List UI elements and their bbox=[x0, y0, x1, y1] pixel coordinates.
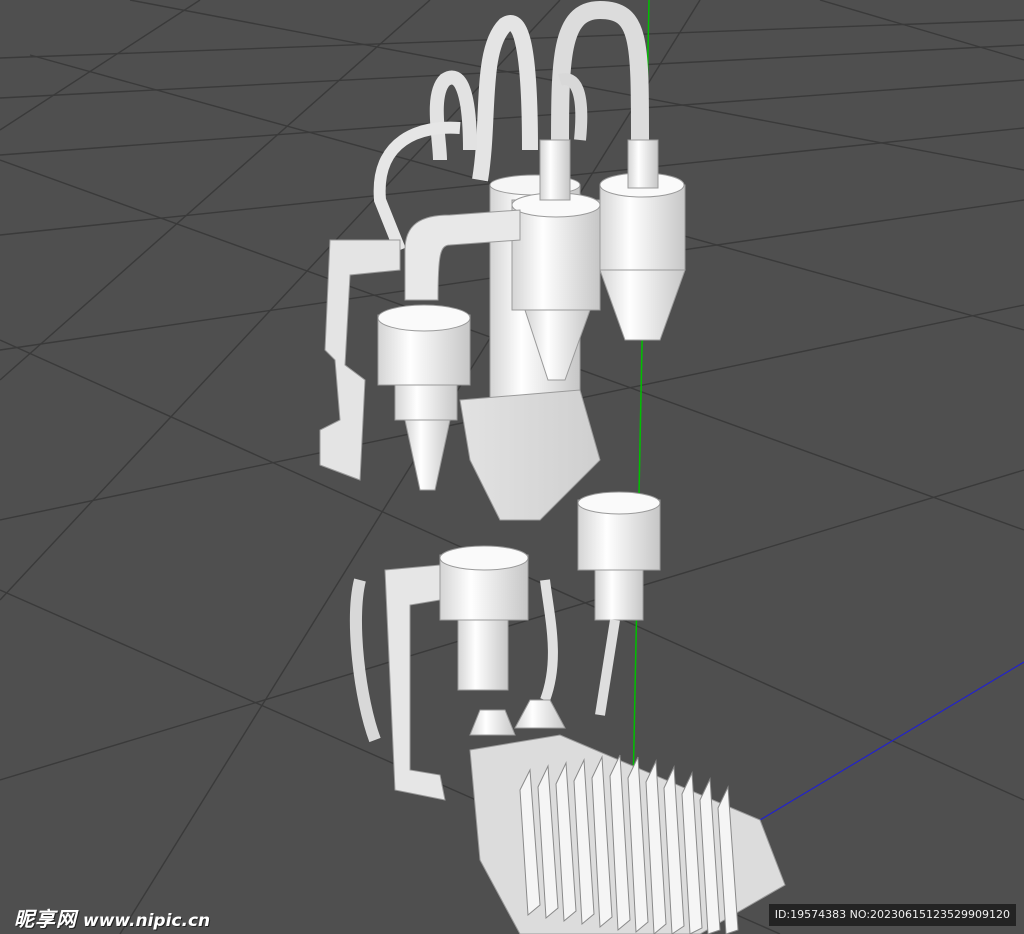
cone-right bbox=[514, 699, 566, 729]
industrial-plant-model[interactable] bbox=[319, 0, 786, 934]
3d-viewport[interactable] bbox=[0, 0, 1024, 934]
cone-left bbox=[469, 709, 516, 736]
top-pipe-arc-left bbox=[429, 70, 477, 161]
z-axis-line bbox=[759, 661, 1024, 821]
watermark-brand-name: 昵享网 bbox=[14, 907, 77, 931]
watermark-brand: 昵享网 www.nipic.cn bbox=[14, 903, 210, 932]
upper-right-cyclone bbox=[599, 184, 686, 271]
watermark-url: www.nipic.cn bbox=[83, 911, 211, 931]
viewport-stage: 昵享网 www.nipic.cn ID:19574383 NO:20230615… bbox=[0, 0, 1024, 934]
top-pipe-arc-mid bbox=[472, 15, 538, 182]
watermark-id: ID:19574383 NO:20230615123529909120 bbox=[768, 904, 1016, 926]
left-frame bbox=[384, 564, 446, 801]
